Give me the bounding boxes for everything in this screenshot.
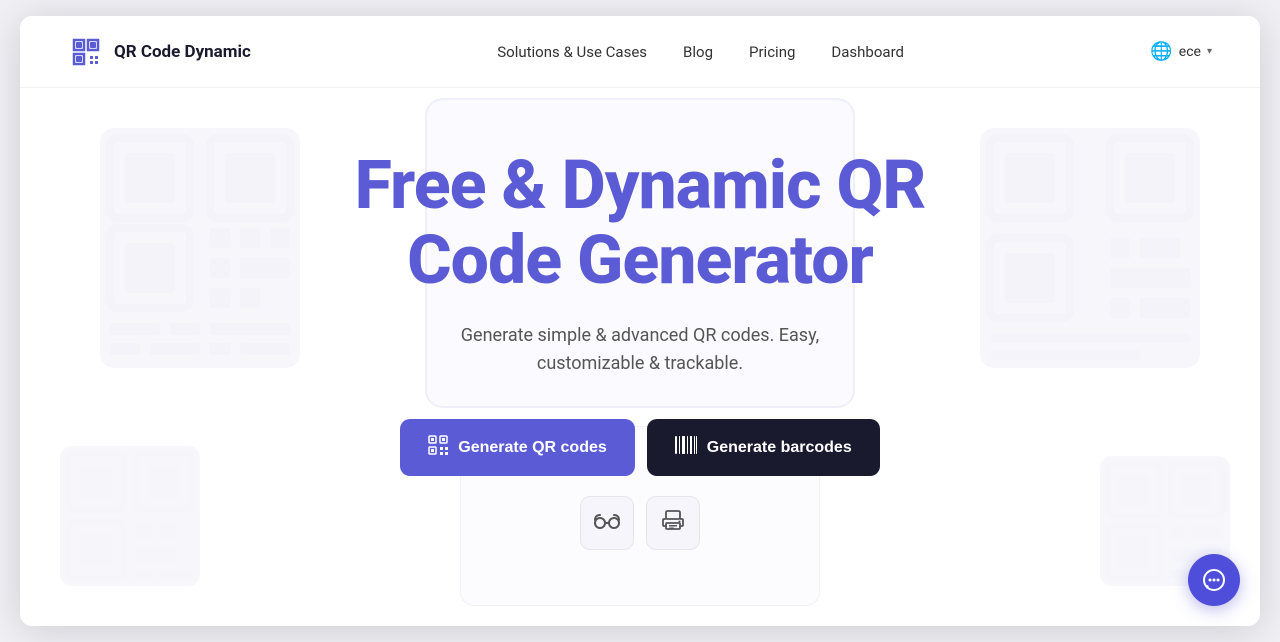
hero-content: Free & Dynamic QR Code Generator Generat… [68, 148, 1212, 550]
hero-section: Free & Dynamic QR Code Generator Generat… [20, 88, 1260, 626]
globe-icon: 🌐 [1150, 41, 1172, 62]
logo-text: QR Code Dynamic [114, 42, 251, 62]
browser-window: QR Code Dynamic Solutions & Use Cases Bl… [20, 16, 1260, 626]
chat-widget[interactable] [1188, 554, 1240, 606]
barcode-icon [675, 436, 697, 459]
print-icon [662, 509, 684, 537]
hero-buttons: Generate QR codes [68, 419, 1212, 476]
generate-qr-label: Generate QR codes [458, 439, 607, 457]
hero-title-line1: Free & Dynamic QR [355, 145, 926, 225]
hero-title-line2: Code Generator [407, 220, 873, 300]
hero-title: Free & Dynamic QR Code Generator [68, 148, 1212, 298]
generate-barcode-button[interactable]: Generate barcodes [647, 419, 880, 476]
nav-pricing[interactable]: Pricing [749, 43, 795, 61]
glasses-button[interactable] [580, 496, 634, 550]
chat-icon [1201, 567, 1227, 593]
generate-qr-button[interactable]: Generate QR codes [400, 419, 635, 476]
lang-code: ece [1179, 44, 1201, 60]
nav-links: Solutions & Use Cases Blog Pricing Dashb… [497, 43, 904, 61]
logo[interactable]: QR Code Dynamic [68, 34, 251, 70]
hero-subtitle: Generate simple & advanced QR codes. Eas… [68, 322, 1212, 380]
print-button[interactable] [646, 496, 700, 550]
lang-selector[interactable]: 🌐 ece ▾ [1150, 41, 1212, 62]
nav-dashboard[interactable]: Dashboard [831, 43, 904, 61]
glasses-icon [594, 512, 620, 535]
qr-icon [428, 435, 448, 460]
extra-buttons [68, 496, 1212, 550]
navbar: QR Code Dynamic Solutions & Use Cases Bl… [20, 16, 1260, 88]
nav-right: 🌐 ece ▾ [1150, 41, 1212, 62]
dropdown-arrow-icon: ▾ [1207, 46, 1212, 57]
nav-blog[interactable]: Blog [683, 43, 713, 61]
logo-icon [68, 34, 104, 70]
nav-solutions[interactable]: Solutions & Use Cases [497, 43, 647, 61]
generate-barcode-label: Generate barcodes [707, 439, 852, 457]
